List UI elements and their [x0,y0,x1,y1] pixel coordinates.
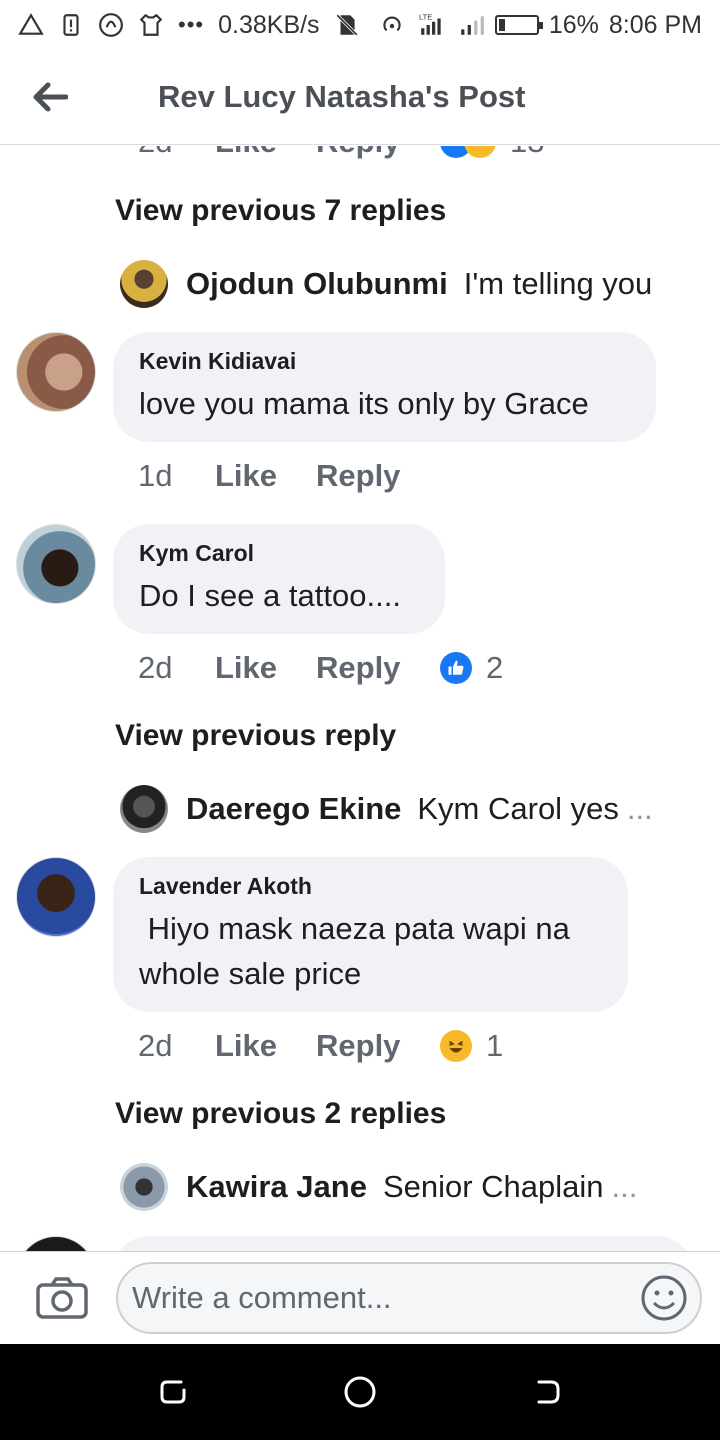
network-speed: 0.38KB/s [218,10,320,39]
reply-text: Kym Carol yes [417,791,619,826]
lte-signal-icon: LTE [419,13,441,35]
avatar[interactable] [16,857,96,937]
post-header: Rev Lucy Natasha's Post [0,50,720,145]
comment-time: 2d [138,650,173,685]
avatar [120,260,168,308]
storage-alert-icon [63,14,79,36]
back-button[interactable] [0,50,100,145]
partial-comment-meta: 2d Like Reply 13 [138,146,544,160]
reply-author: Ojodun Olubunmi [186,266,448,301]
reply-link[interactable]: Reply [316,458,426,494]
camera-icon [36,1277,88,1319]
network-type: LTE [419,13,432,22]
comment-text: Hiyo mask naeza pata wapi na whole sale … [139,911,579,991]
recents-icon [160,1380,186,1404]
like-reaction-icon [440,652,472,684]
warning-icon [18,13,44,35]
avatar[interactable] [16,1236,96,1251]
camera-button[interactable] [12,1252,112,1345]
like-link[interactable]: Like [215,146,316,160]
avatar [120,785,168,833]
battery-percent: 16% [548,10,599,39]
reply-link[interactable]: Reply [316,650,426,686]
signal-bars-icon [461,16,484,35]
reply-author: Daerego Ekine [186,791,402,826]
comment-time: 2d [138,146,215,160]
view-previous-replies[interactable]: View previous reply [115,719,396,753]
reaction-count: 1 [486,1028,504,1063]
thumbs-up-icon [448,660,464,675]
avatar[interactable] [16,332,96,412]
comment-time: 2d [138,1028,173,1063]
comment-bubble[interactable] [113,1236,693,1251]
back-nav-button[interactable] [517,1362,577,1422]
comment-author[interactable]: Kym Carol [139,540,419,567]
comment-composer: Write a comment... [0,1251,720,1344]
recents-button[interactable] [143,1362,203,1422]
hotspot-icon [383,16,401,32]
reply-preview[interactable]: Ojodun Olubunmi I'm telling you [120,260,652,308]
reply-preview[interactable]: Kawira Jane Senior Chaplain ... [120,1163,637,1211]
comment-input-placeholder: Write a comment... [132,1280,392,1315]
reply-link[interactable]: Reply [316,146,426,160]
system-nav-bar [0,1344,720,1440]
comment-author[interactable]: Kevin Kidiavai [139,348,630,375]
comment-author[interactable]: Lavender Akoth [139,873,602,900]
back-arrow-icon [33,82,68,112]
home-button[interactable] [330,1362,390,1422]
status-icons-left: ••• 0.38KB/s [18,11,360,40]
more-dots-icon: ••• [178,12,205,37]
reaction-count: 13 [510,146,544,160]
shirt-icon [139,13,163,36]
home-icon [344,1376,376,1408]
comment-input[interactable]: Write a comment... [116,1262,702,1334]
reply-link[interactable]: Reply [316,1028,426,1064]
comment-bubble[interactable]: Kym Carol Do I see a tattoo.... [113,524,445,634]
avatar [120,1163,168,1211]
reply-text: I'm telling you [463,266,653,301]
comment-bubble[interactable]: Lavender Akoth Hiyo mask naeza pata wapi… [113,857,628,1012]
view-previous-replies[interactable]: View previous 2 replies [115,1097,446,1131]
like-link[interactable]: Like [215,650,316,686]
reply-preview[interactable]: Daerego Ekine Kym Carol yes ... [120,785,653,833]
reply-text: Senior Chaplain [382,1169,604,1204]
status-icons-right: LTE 16% 8:06 PM [379,11,702,40]
like-link[interactable]: Like [215,458,316,494]
smiley-icon [641,1275,687,1321]
comment-actions: 2d Like Reply 1 [138,1028,503,1064]
comment-feed[interactable]: 2d Like Reply 13 View previous 7 replies… [0,146,720,1251]
avatar[interactable] [16,524,96,604]
truncation-ellipsis: ... [611,1169,638,1204]
clock: 8:06 PM [608,10,702,39]
view-previous-replies[interactable]: View previous 7 replies [115,194,446,228]
comment-text: Do I see a tattoo.... [139,578,401,613]
battery-icon [494,15,543,35]
comment-bubble[interactable]: Kevin Kidiavai love you mama its only by… [113,332,656,442]
comment-actions: 2d Like Reply 2 [138,650,503,686]
comment-actions: 1d Like Reply [138,458,426,494]
no-sim-icon [335,14,358,36]
comment-text: love you mama its only by Grace [139,386,589,421]
haha-reaction-icon [440,1030,472,1062]
reaction-count: 2 [486,650,504,685]
status-bar: ••• 0.38KB/s LTE 16% 8:06 PM [0,0,720,50]
back-nav-icon [537,1380,560,1404]
laughing-face-icon [449,1040,463,1053]
like-link[interactable]: Like [215,1028,316,1064]
reply-author: Kawira Jane [186,1169,367,1204]
haha-reaction-icon [464,146,496,158]
truncation-ellipsis: ... [626,791,653,826]
page-title: Rev Lucy Natasha's Post [158,79,526,114]
comment-time: 1d [138,458,173,493]
app-notification-icon [99,13,123,37]
emoji-button[interactable] [634,1268,694,1328]
